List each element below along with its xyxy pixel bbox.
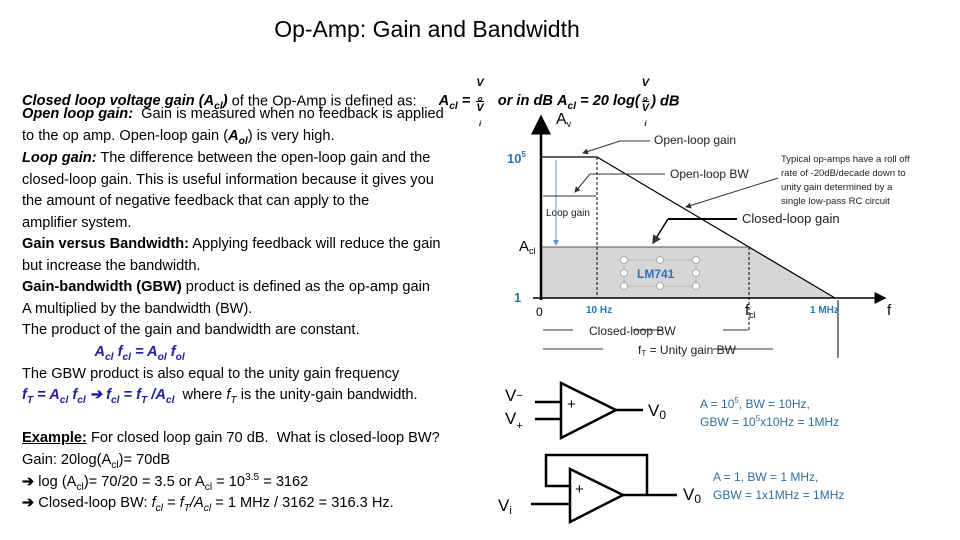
open-loop-bw-label: Open-loop BW — [670, 167, 749, 181]
closed-loop-bw-label: Closed-loop BW — [589, 324, 676, 338]
pointer-closed-loop-b — [652, 218, 669, 245]
open-loop-opamp-symbol — [535, 380, 643, 441]
loop-gain-label: Loop gain — [546, 208, 590, 219]
open-loop-gbw-info: GBW = 105x10Hz = 1MHz — [700, 414, 839, 429]
plus-terminal: + — [567, 396, 576, 413]
x-tick-10hz: 10 Hz — [586, 305, 612, 316]
rolloff-note-line: Typical op-amps have a roll off — [781, 154, 910, 165]
v-minus-label: V− — [505, 386, 523, 405]
y-axis-label: Av — [556, 111, 572, 129]
chip-label: LM741 — [637, 267, 675, 281]
y-tick-max: 105 — [507, 150, 526, 166]
v-in-label: Vi — [498, 496, 512, 517]
x-tick-zero: 0 — [536, 305, 543, 319]
x-tick-fcl: fcl — [745, 302, 756, 320]
v-out-label: V0 — [683, 485, 701, 506]
open-loop-gain-info: A = 105, BW = 10Hz, — [700, 396, 810, 411]
plus-terminal: + — [575, 481, 584, 498]
rolloff-note-line: single low-pass RC circuit — [781, 196, 890, 207]
rolloff-note: Typical op-amps have a roll off rate of … — [781, 154, 910, 207]
unity-gain-bw-label: fT = Unity gain BW — [638, 343, 737, 358]
rolloff-note-line: unity gain determined by a — [781, 182, 893, 193]
open-loop-gain-label: Open-loop gain — [654, 133, 736, 147]
closed-loop-gain-label: Closed-loop gain — [742, 211, 840, 226]
voltage-follower-symbol — [531, 453, 677, 525]
pointer-open-loop-bw-b — [574, 173, 591, 193]
x-axis-label: f — [887, 302, 892, 319]
gain-bandwidth-graph: LM741 Av 105 Acl 1 0 10 Hz fcl 1 MHz f O… — [498, 111, 910, 525]
pointer-open-loop-gain-b — [582, 140, 621, 155]
v-plus-label: V+ — [505, 409, 523, 432]
follower-gbw-info: GBW = 1x1MHz = 1MHz — [713, 488, 844, 502]
rolloff-note-line: rate of -20dB/decade down to — [781, 168, 906, 179]
y-tick-one: 1 — [514, 290, 521, 305]
pointer-rolloff — [685, 177, 779, 209]
v-out-label: V0 — [648, 401, 666, 422]
follower-gain-info: A = 1, BW = 1 MHz, — [713, 470, 818, 484]
y-tick-acl: Acl — [519, 238, 536, 256]
x-tick-1mhz: 1 MHz — [810, 305, 839, 316]
